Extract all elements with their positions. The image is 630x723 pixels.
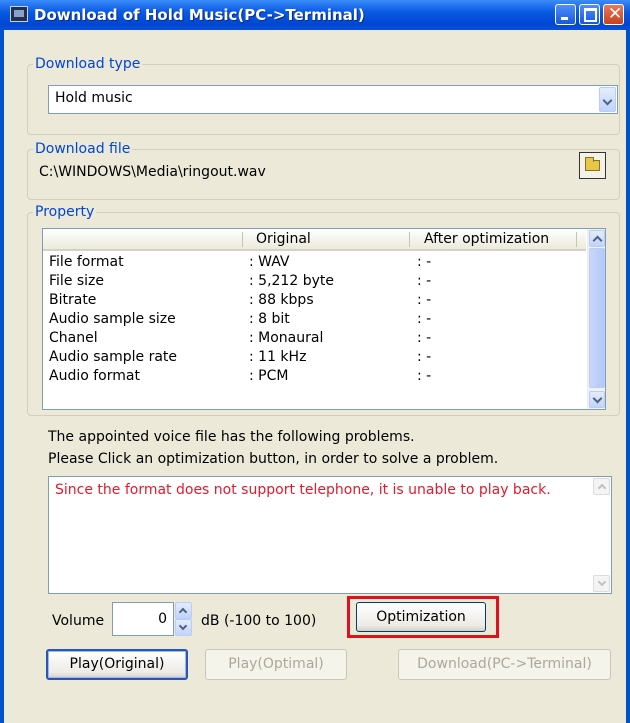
volume-range-label: dB (-100 to 100) [201,613,317,629]
row-after-value: : - [417,273,432,289]
row-original-value: : Monaural [249,330,324,346]
app-icon [10,6,28,22]
row-after-value: : - [417,311,432,327]
problem-textbox[interactable]: Since the format does not support teleph… [48,476,612,594]
table-row[interactable]: Chanel : Monaural : - [43,329,586,348]
maximize-button[interactable] [579,4,600,25]
listview-header: Original After optimization [43,229,586,251]
window-title: Download of Hold Music(PC->Terminal) [34,6,365,24]
scroll-down-icon[interactable] [593,575,610,592]
scrollbar-thumb[interactable] [589,248,605,388]
row-original-value: : 88 kbps [249,292,314,308]
download-type-group: Download type Hold music [27,55,620,135]
row-property-name: Audio sample size [49,311,176,327]
row-after-value: : - [417,368,432,384]
row-original-value: : 5,212 byte [249,273,334,289]
play-optimal-button[interactable]: Play(Optimal) [205,649,347,680]
row-after-value: : - [417,330,432,346]
row-after-value: : - [417,292,432,308]
property-scrollbar[interactable] [587,229,605,409]
download-file-group: Download file C:\WINDOWS\Media\ringout.w… [27,140,620,200]
spin-down-icon[interactable] [175,619,192,636]
row-original-value: : 11 kHz [249,349,307,365]
column-separator[interactable] [576,232,577,247]
spin-up-icon[interactable] [175,602,192,619]
row-property-name: Bitrate [49,292,97,308]
minimize-button[interactable] [555,4,576,25]
column-header-after[interactable]: After optimization [424,229,549,249]
volume-spinner[interactable] [175,602,192,636]
title-bar[interactable]: Download of Hold Music(PC->Terminal) ✕ [0,0,630,30]
column-header-original[interactable]: Original [256,229,311,249]
chevron-down-icon[interactable] [599,87,616,112]
scroll-up-icon[interactable] [589,230,605,247]
row-original-value: : WAV [249,254,290,270]
row-original-value: : PCM [249,368,289,384]
row-after-value: : - [417,254,432,270]
close-button[interactable]: ✕ [603,4,624,25]
play-original-button[interactable]: Play(Original) [46,649,188,680]
scroll-down-icon[interactable] [589,391,605,408]
row-property-name: Chanel [49,330,98,346]
scroll-up-icon[interactable] [593,478,610,495]
table-row[interactable]: Audio format : PCM : - [43,367,586,386]
problem-scrollbar[interactable] [593,478,610,592]
row-after-value: : - [417,349,432,365]
table-row[interactable]: Bitrate : 88 kbps : - [43,291,586,310]
problem-text: Since the format does not support teleph… [55,482,551,498]
column-separator[interactable] [409,232,410,247]
row-property-name: Audio format [49,368,140,384]
row-property-name: Audio sample rate [49,349,178,365]
file-path-text: C:\WINDOWS\Media\ringout.wav [39,164,266,180]
property-label: Property [33,203,97,221]
optimization-button[interactable]: Optimization [356,602,486,632]
folder-icon [585,157,600,171]
download-type-label: Download type [33,55,143,73]
property-listview[interactable]: Original After optimization File format:… [42,228,606,410]
download-type-select[interactable]: Hold music [48,85,618,114]
download-button[interactable]: Download(PC->Terminal) [398,649,611,680]
volume-value: 0 [158,611,167,627]
row-original-value: : 8 bit [249,311,290,327]
table-row[interactable]: File size : 5,212 byte : - [43,272,586,291]
table-row[interactable]: Audio sample rate : 11 kHz : - [43,348,586,367]
message-line-2: Please Click an optimization button, in … [48,451,499,467]
volume-label: Volume [52,613,105,629]
close-icon: ✕ [608,4,623,24]
download-type-value: Hold music [55,90,133,106]
message-line-1: The appointed voice file has the followi… [48,429,415,445]
volume-input[interactable]: 0 [112,602,174,636]
download-file-label: Download file [33,140,133,158]
row-property-name: File size [49,273,105,289]
table-row[interactable]: Audio sample size : 8 bit : - [43,310,586,329]
column-separator[interactable] [242,232,243,247]
row-property-name: File format [49,254,124,270]
table-row[interactable]: File format : WAV : - [43,253,586,272]
browse-folder-button[interactable] [579,152,606,179]
dialog-window: Download of Hold Music(PC->Terminal) ✕ D… [0,0,630,723]
